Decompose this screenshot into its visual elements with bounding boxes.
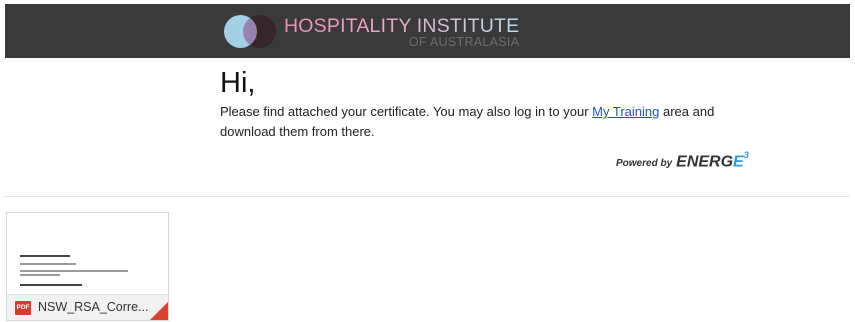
thumbnail-line [20,274,60,276]
email-page: HOSPITALITY INSTITUTE OF AUSTRALASIA Hi,… [0,0,855,322]
attachment-thumbnail [7,213,168,295]
energe-brand-text: ENERG [676,153,734,171]
pdf-icon: PDF [15,301,31,315]
logo-text: HOSPITALITY INSTITUTE OF AUSTRALASIA [284,16,519,49]
logo-pink-circle [243,15,276,48]
powered-by-energe3: Powered by ENERGE3 [616,150,749,171]
hospitality-institute-logo: HOSPITALITY INSTITUTE OF AUSTRALASIA [224,13,519,51]
energe-brand-e: E [733,153,744,171]
energe3-brand: ENERGE3 [676,150,749,171]
thumbnail-line [20,263,76,265]
energe-brand-superscript: 3 [743,150,749,160]
email-message: Please find attached your certificate. Y… [220,102,720,142]
pdf-attachment-card[interactable]: PDF NSW_RSA_Corre... [6,212,169,321]
logo-circles-icon [224,13,276,51]
greeting-heading: Hi, [220,67,256,99]
logo-subtitle: OF AUSTRALASIA [408,34,520,49]
powered-by-label: Powered by [616,158,673,170]
attachment-file-name: NSW_RSA_Corre... [38,300,149,314]
thumbnail-line [20,255,70,257]
divider [5,196,850,197]
page-curl-icon [150,302,168,320]
email-header: HOSPITALITY INSTITUTE OF AUSTRALASIA [5,4,850,58]
my-training-link[interactable]: My Training [592,104,659,119]
logo-name: HOSPITALITY INSTITUTE [284,14,520,37]
thumbnail-line [20,270,128,272]
thumbnail-line [20,284,82,286]
attachment-footer: PDF NSW_RSA_Corre... [7,294,168,320]
message-text-start: Please find attached your certificate. Y… [220,104,593,119]
